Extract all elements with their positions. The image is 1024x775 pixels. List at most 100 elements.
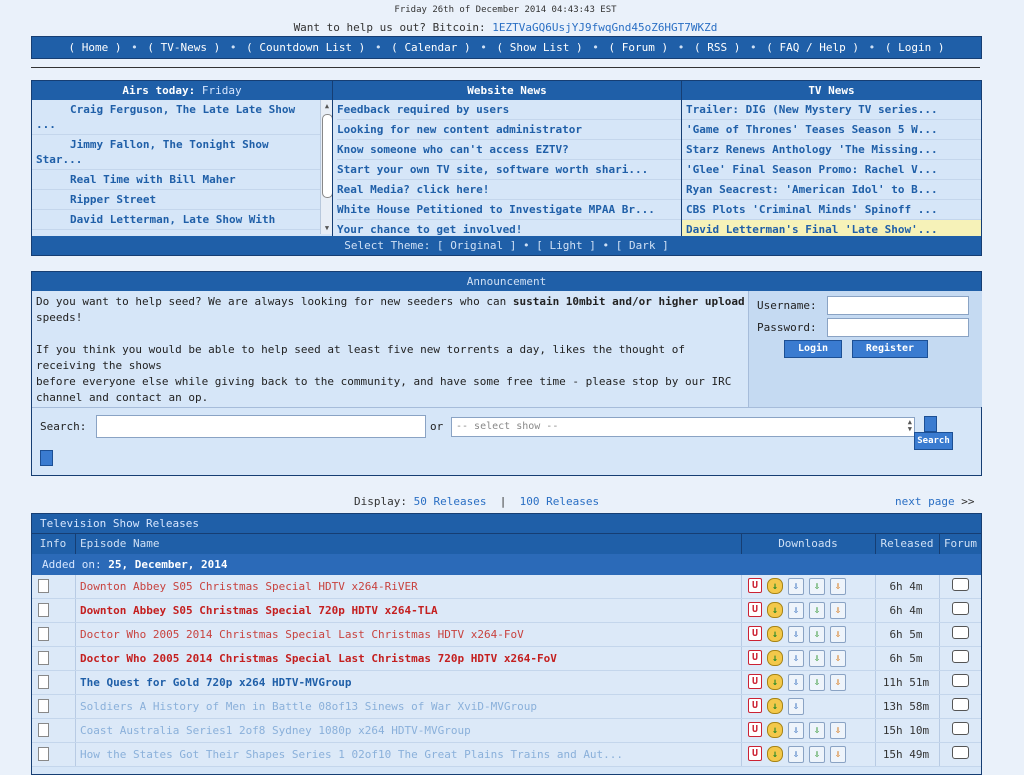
show-select[interactable]: -- select show -- ▲ ▼ [451,417,915,437]
register-button[interactable]: Register [852,340,928,358]
forum-speech-icon[interactable] [952,650,969,663]
info-doc-icon[interactable] [38,723,49,737]
nav-tv-news[interactable]: TV-News [161,41,207,54]
airs-item[interactable]: Craig Ferguson, The Late Late Show... [32,100,320,135]
tv-news-link[interactable]: 'Glee' Final Season Promo: Rachel V... [686,163,938,176]
forum-speech-icon[interactable] [952,626,969,639]
magnet-icon[interactable]: U [748,578,762,593]
website-news-link[interactable]: Looking for new content administrator [337,123,582,136]
website-news-link[interactable]: White House Petitioned to Investigate MP… [337,203,655,216]
download-mirror-icon[interactable]: ⇩ [788,626,804,643]
scroll-up-icon[interactable]: ▲ [322,100,332,112]
reset-image-button[interactable] [40,450,53,466]
tv-news-link[interactable]: Trailer: DIG (New Mystery TV series... [686,103,938,116]
download-mirror-icon[interactable]: ⇩ [809,578,825,595]
forum-speech-icon[interactable] [952,674,969,687]
forum-speech-icon[interactable] [952,698,969,711]
website-news-link[interactable]: Real Media? click here! [337,183,489,196]
download-mirror-icon[interactable]: ⇩ [788,674,804,691]
theme-original[interactable]: Original [450,239,503,252]
download-mirror-icon[interactable]: ⇩ [809,674,825,691]
download-mirror-icon[interactable]: ⇩ [830,674,846,691]
torrent-shield-icon[interactable]: ↓ [767,602,783,618]
nav-login[interactable]: Login [898,41,931,54]
magnet-icon[interactable]: U [748,626,762,641]
search-button[interactable]: Search [914,432,953,450]
torrent-shield-icon[interactable]: ↓ [767,578,783,594]
torrent-shield-icon[interactable]: ↓ [767,722,783,738]
info-doc-icon[interactable] [38,699,49,713]
info-doc-icon[interactable] [38,579,49,593]
airs-item[interactable]: Ripper Street [32,190,320,210]
info-doc-icon[interactable] [38,675,49,689]
theme-light[interactable]: Light [550,239,583,252]
episode-link[interactable]: Doctor Who 2005 2014 Christmas Special L… [80,647,557,670]
tv-news-link[interactable]: David Letterman's Final 'Late Show'... [686,223,938,236]
nav-forum[interactable]: Forum [622,41,655,54]
episode-link[interactable]: The Quest for Gold 720p x264 HDTV-MVGrou… [80,671,352,694]
nav-faq-help[interactable]: FAQ / Help [780,41,846,54]
tv-news-link[interactable]: Starz Renews Anthology 'The Missing... [686,143,938,156]
magnet-icon[interactable]: U [748,698,762,713]
episode-link[interactable]: Coast Australia Series1 2of8 Sydney 1080… [80,719,471,742]
download-mirror-icon[interactable]: ⇩ [788,722,804,739]
tv-news-link[interactable]: Ryan Seacrest: 'American Idol' to B... [686,183,938,196]
download-mirror-icon[interactable]: ⇩ [830,650,846,667]
scroll-down-icon[interactable]: ▼ [322,222,332,234]
download-mirror-icon[interactable]: ⇩ [788,578,804,595]
forum-speech-icon[interactable] [952,722,969,735]
next-page-link[interactable]: next page [895,495,955,508]
download-mirror-icon[interactable]: ⇩ [788,650,804,667]
magnet-icon[interactable]: U [748,602,762,617]
website-news-link[interactable]: Know someone who can't access EZTV? [337,143,569,156]
tv-news-link[interactable]: 'Game of Thrones' Teases Season 5 W... [686,123,938,136]
website-news-link[interactable]: Feedback required by users [337,103,509,116]
download-mirror-icon[interactable]: ⇩ [830,578,846,595]
torrent-shield-icon[interactable]: ↓ [767,626,783,642]
info-doc-icon[interactable] [38,747,49,761]
download-mirror-icon[interactable]: ⇩ [788,602,804,619]
download-mirror-icon[interactable]: ⇩ [809,626,825,643]
episode-link[interactable]: Downton Abbey S05 Christmas Special 720p… [80,599,438,622]
download-mirror-icon[interactable]: ⇩ [809,650,825,667]
magnet-icon[interactable]: U [748,722,762,737]
nav-rss[interactable]: RSS [707,41,727,54]
display-50-link[interactable]: 50 Releases [414,495,487,508]
episode-link[interactable]: Downton Abbey S05 Christmas Special HDTV… [80,575,418,598]
torrent-shield-icon[interactable]: ↓ [767,698,783,714]
display-100-link[interactable]: 100 Releases [520,495,599,508]
download-mirror-icon[interactable]: ⇩ [809,722,825,739]
torrent-shield-icon[interactable]: ↓ [767,674,783,690]
download-mirror-icon[interactable]: ⇩ [830,626,846,643]
download-mirror-icon[interactable]: ⇩ [788,746,804,763]
download-mirror-icon[interactable]: ⇩ [809,602,825,619]
website-news-link[interactable]: Your chance to get involved! [337,223,522,236]
username-input[interactable] [827,296,969,315]
info-doc-icon[interactable] [38,627,49,641]
torrent-shield-icon[interactable]: ↓ [767,650,783,666]
nav-show-list[interactable]: Show List [510,41,570,54]
search-input[interactable] [96,415,426,438]
website-news-link[interactable]: Start your own TV site, software worth s… [337,163,648,176]
magnet-icon[interactable]: U [748,674,762,689]
search-image-button[interactable] [924,416,937,432]
login-button[interactable]: Login [784,340,842,358]
theme-dark[interactable]: Dark [629,239,656,252]
download-mirror-icon[interactable]: ⇩ [830,722,846,739]
tv-news-link[interactable]: CBS Plots 'Criminal Minds' Spinoff ... [686,203,938,216]
nav-calendar[interactable]: Calendar [404,41,457,54]
magnet-icon[interactable]: U [748,650,762,665]
forum-speech-icon[interactable] [952,578,969,591]
forum-speech-icon[interactable] [952,602,969,615]
download-mirror-icon[interactable]: ⇩ [809,746,825,763]
torrent-shield-icon[interactable]: ↓ [767,746,783,762]
nav-countdown-list[interactable]: Countdown List [259,41,352,54]
nav-home[interactable]: Home [82,41,109,54]
info-doc-icon[interactable] [38,651,49,665]
episode-link[interactable]: Doctor Who 2005 2014 Christmas Special L… [80,623,524,646]
password-input[interactable] [827,318,969,337]
airs-item[interactable]: Jimmy Fallon, The Tonight Show Star... [32,135,320,170]
download-mirror-icon[interactable]: ⇩ [830,602,846,619]
airs-item[interactable]: David Letterman, Late Show With [32,210,320,230]
forum-speech-icon[interactable] [952,746,969,759]
